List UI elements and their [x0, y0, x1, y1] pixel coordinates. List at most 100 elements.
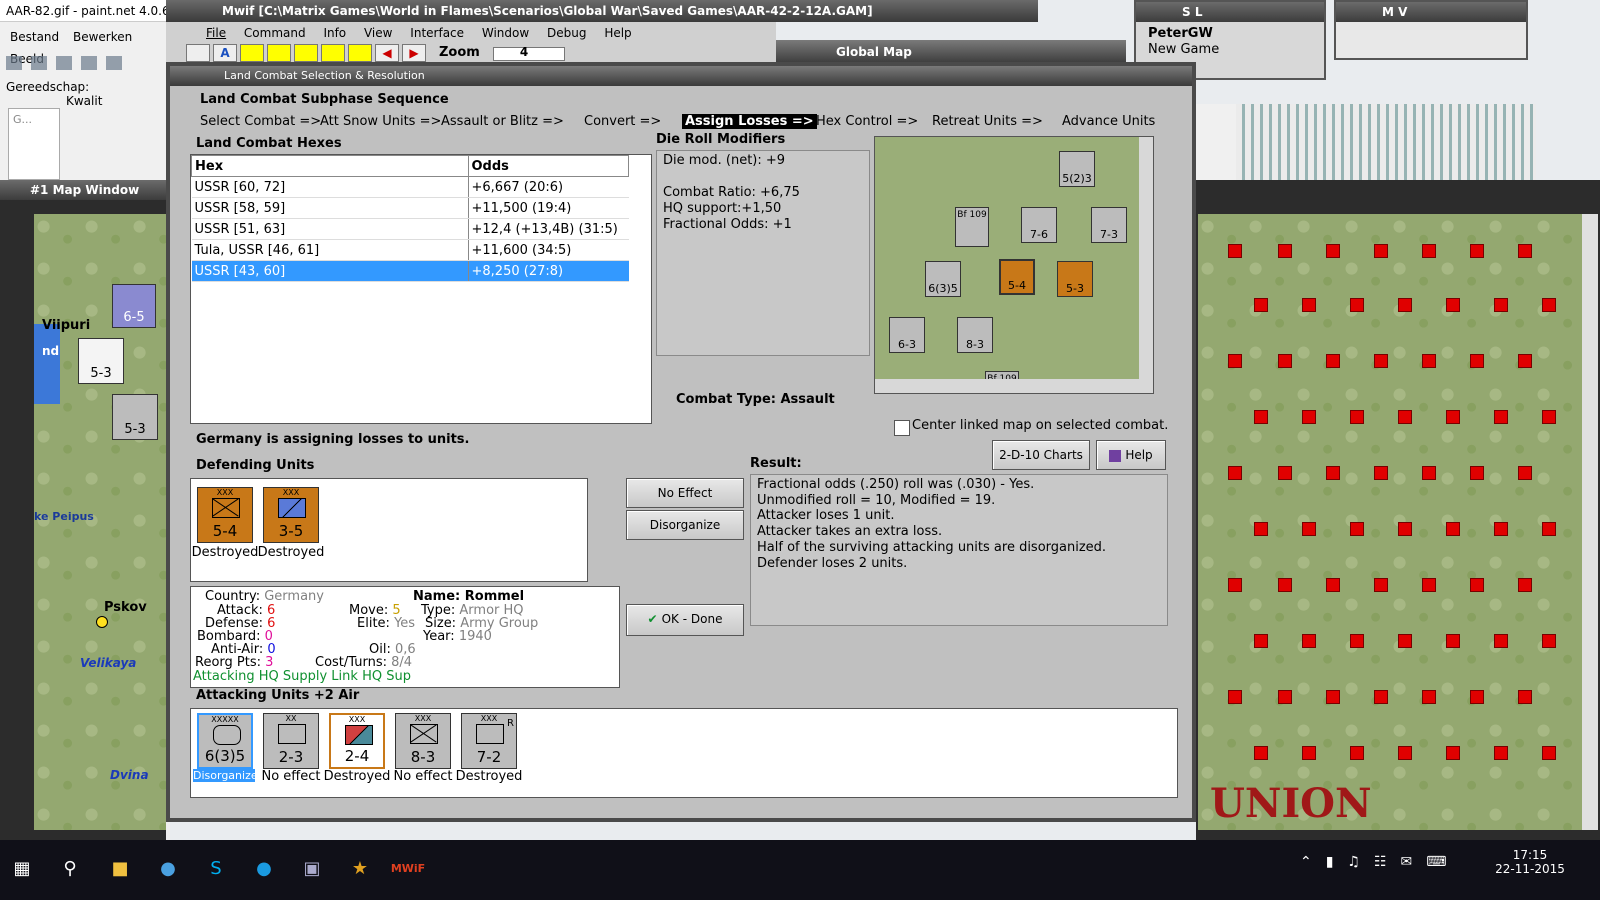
menu-interface[interactable]: Interface	[410, 26, 464, 40]
font-a-icon[interactable]: A	[213, 44, 237, 62]
app-icon[interactable]: ●	[154, 854, 182, 882]
table-row[interactable]: Tula, USSR [46, 61] +11,600 (34:5)	[191, 239, 629, 261]
app-icon[interactable]: ●	[250, 854, 278, 882]
defending-unit-counter[interactable]: XXX 5-4	[197, 487, 253, 543]
plane-icon[interactable]	[186, 44, 210, 62]
map-counter[interactable]: 7-6	[1021, 207, 1057, 243]
zoom-slider[interactable]: 4	[492, 45, 565, 61]
mountain-icon	[476, 724, 504, 744]
attacking-unit-counter[interactable]: XX 2-3	[263, 713, 319, 769]
attacking-unit-counter[interactable]: XXX 7-2 R	[461, 713, 517, 769]
attacking-units-panel: XXXXX 6(3)5 Disorganized XX 2-3 No effec…	[190, 708, 1178, 798]
game-icon[interactable]: ★	[346, 854, 374, 882]
zoom-value: 4	[519, 45, 529, 59]
mini-map-hscroll[interactable]	[875, 379, 1139, 393]
center-map-checkbox[interactable]	[894, 420, 910, 436]
clock-time: 17:15	[1512, 848, 1548, 862]
map-counter[interactable]: 5-3	[112, 394, 158, 440]
die-roll-line: Fractional Odds: +1	[663, 217, 792, 232]
map-counter[interactable]: 6-3	[889, 317, 925, 353]
save-icon[interactable]	[56, 56, 72, 70]
attacking-unit-counter[interactable]: XXXXX 6(3)5	[197, 713, 253, 769]
mini-map-vscroll[interactable]	[1139, 137, 1153, 393]
map-counter[interactable]: 6(3)5	[925, 261, 961, 297]
arrow-left-icon[interactable]: ◀	[375, 44, 399, 62]
col-hex[interactable]: Hex	[191, 155, 469, 177]
menu-info[interactable]: Info	[323, 26, 346, 40]
attacking-unit-counter[interactable]: XXX 2-4	[329, 713, 385, 769]
menu-window[interactable]: Window	[482, 26, 529, 40]
map-counter[interactable]: 5-4	[999, 259, 1035, 295]
search-icon[interactable]: ⚲	[56, 854, 84, 882]
pencil-icon[interactable]	[321, 44, 345, 62]
charts-button[interactable]: 2-D-10 Charts	[992, 440, 1090, 470]
die-roll-title: Die Roll Modifiers	[656, 132, 786, 147]
paintnet-tool-row: Gereedschap: Kwalit	[6, 80, 170, 108]
land-combat-dialog: Land Combat Selection & Resolution Land …	[166, 62, 1196, 822]
city-pskov-icon	[96, 616, 108, 628]
table-row[interactable]: USSR [51, 63] +12,4 (+13,4B) (31:5)	[191, 218, 629, 240]
attacking-unit-caption: Disorganized	[193, 769, 265, 782]
attacking-unit-caption: No effect	[261, 769, 321, 784]
defending-unit-counter[interactable]: XXX 3-5	[263, 487, 319, 543]
menu-help[interactable]: Help	[604, 26, 631, 40]
map-counter[interactable]: 5-3	[78, 338, 124, 384]
skype-icon[interactable]: S	[202, 854, 230, 882]
attacking-unit-counter[interactable]: XXX 8-3	[395, 713, 451, 769]
paintnet-icon[interactable]: ▣	[298, 854, 326, 882]
table-row-selected[interactable]: USSR [43, 60] +8,250 (27:8)	[191, 260, 629, 282]
hq-supply-link-text: Attacking HQ Supply Link HQ Sup	[193, 669, 411, 684]
flag-icon[interactable]	[348, 44, 372, 62]
menu-debug[interactable]: Debug	[547, 26, 586, 40]
right-map-scrollbar[interactable]	[1582, 214, 1598, 830]
menu-bestand[interactable]: Bestand	[10, 26, 59, 48]
menu-file[interactable]: File	[206, 26, 226, 40]
col-odds[interactable]: Odds	[467, 155, 629, 177]
result-line: Defender loses 2 units.	[757, 555, 908, 571]
new-icon[interactable]	[6, 56, 22, 70]
grid-icon[interactable]	[267, 44, 291, 62]
arrow-right-icon[interactable]: ▶	[402, 44, 426, 62]
subphase-sequence: Select Combat => Att Snow Units => Assau…	[200, 114, 1160, 132]
map-counter[interactable]: 7-3	[1091, 207, 1127, 243]
clock-date: 22-11-2015	[1495, 862, 1565, 876]
disorganize-button[interactable]: Disorganize	[626, 510, 744, 540]
global-map-content[interactable]	[1196, 104, 1536, 180]
tools-panel: G...	[8, 108, 60, 180]
print-icon[interactable]	[81, 56, 97, 70]
map-counter[interactable]: 6-5	[112, 284, 156, 328]
table-row[interactable]: USSR [58, 59] +11,500 (19:4)	[191, 197, 629, 219]
seq-att-snow: Att Snow Units =>	[320, 114, 442, 129]
open-icon[interactable]	[31, 56, 47, 70]
file-explorer-icon[interactable]: ■	[106, 854, 134, 882]
infantry-icon	[212, 498, 240, 518]
attacking-title: Attacking Units +2 Air	[196, 688, 360, 703]
armor-hq-icon	[213, 725, 241, 745]
global-map-titlebar: Global Map	[776, 40, 1126, 64]
no-effect-button[interactable]: No Effect	[626, 478, 744, 508]
supply-icon[interactable]	[294, 44, 318, 62]
table-row[interactable]: USSR [60, 72] +6,667 (20:6)	[191, 176, 629, 198]
target-icon[interactable]	[240, 44, 264, 62]
air-counter[interactable]: Bf 109	[955, 207, 989, 247]
mv-window-title: M V	[1336, 2, 1526, 22]
cut-icon[interactable]	[106, 56, 122, 70]
menu-command[interactable]: Command	[244, 26, 306, 40]
map-counter[interactable]: 5(2)3	[1059, 151, 1095, 187]
help-button[interactable]: Help	[1096, 440, 1166, 470]
left-hex-map[interactable]: nd Viipuri ke Peipus Pskov Velikaya Dvin…	[34, 214, 166, 830]
combat-mini-map[interactable]: 5(2)3 7-6 7-3 6(3)5 5-4 5-3 6-3 8-3 Bf 1…	[874, 136, 1154, 394]
attacking-unit-caption: Destroyed	[323, 769, 391, 784]
menu-bewerken[interactable]: Bewerken	[73, 26, 132, 48]
mwif-icon[interactable]: MWiF	[391, 854, 425, 882]
map-counter[interactable]: 5-3	[1057, 261, 1093, 297]
book-icon	[1109, 449, 1122, 462]
right-hex-map[interactable]: UNION	[1198, 214, 1582, 830]
menu-view[interactable]: View	[364, 26, 392, 40]
ok-done-button[interactable]: ✔ OK - Done	[626, 604, 744, 636]
map-counter[interactable]: 8-3	[957, 317, 993, 353]
right-map-window: UNION	[1196, 180, 1600, 840]
tray-icons[interactable]: ⌃▮♫☷✉⌨	[1300, 854, 1460, 870]
windows-start-icon[interactable]: ▦	[8, 854, 36, 882]
clock[interactable]: 17:15 22-11-2015	[1490, 848, 1570, 876]
